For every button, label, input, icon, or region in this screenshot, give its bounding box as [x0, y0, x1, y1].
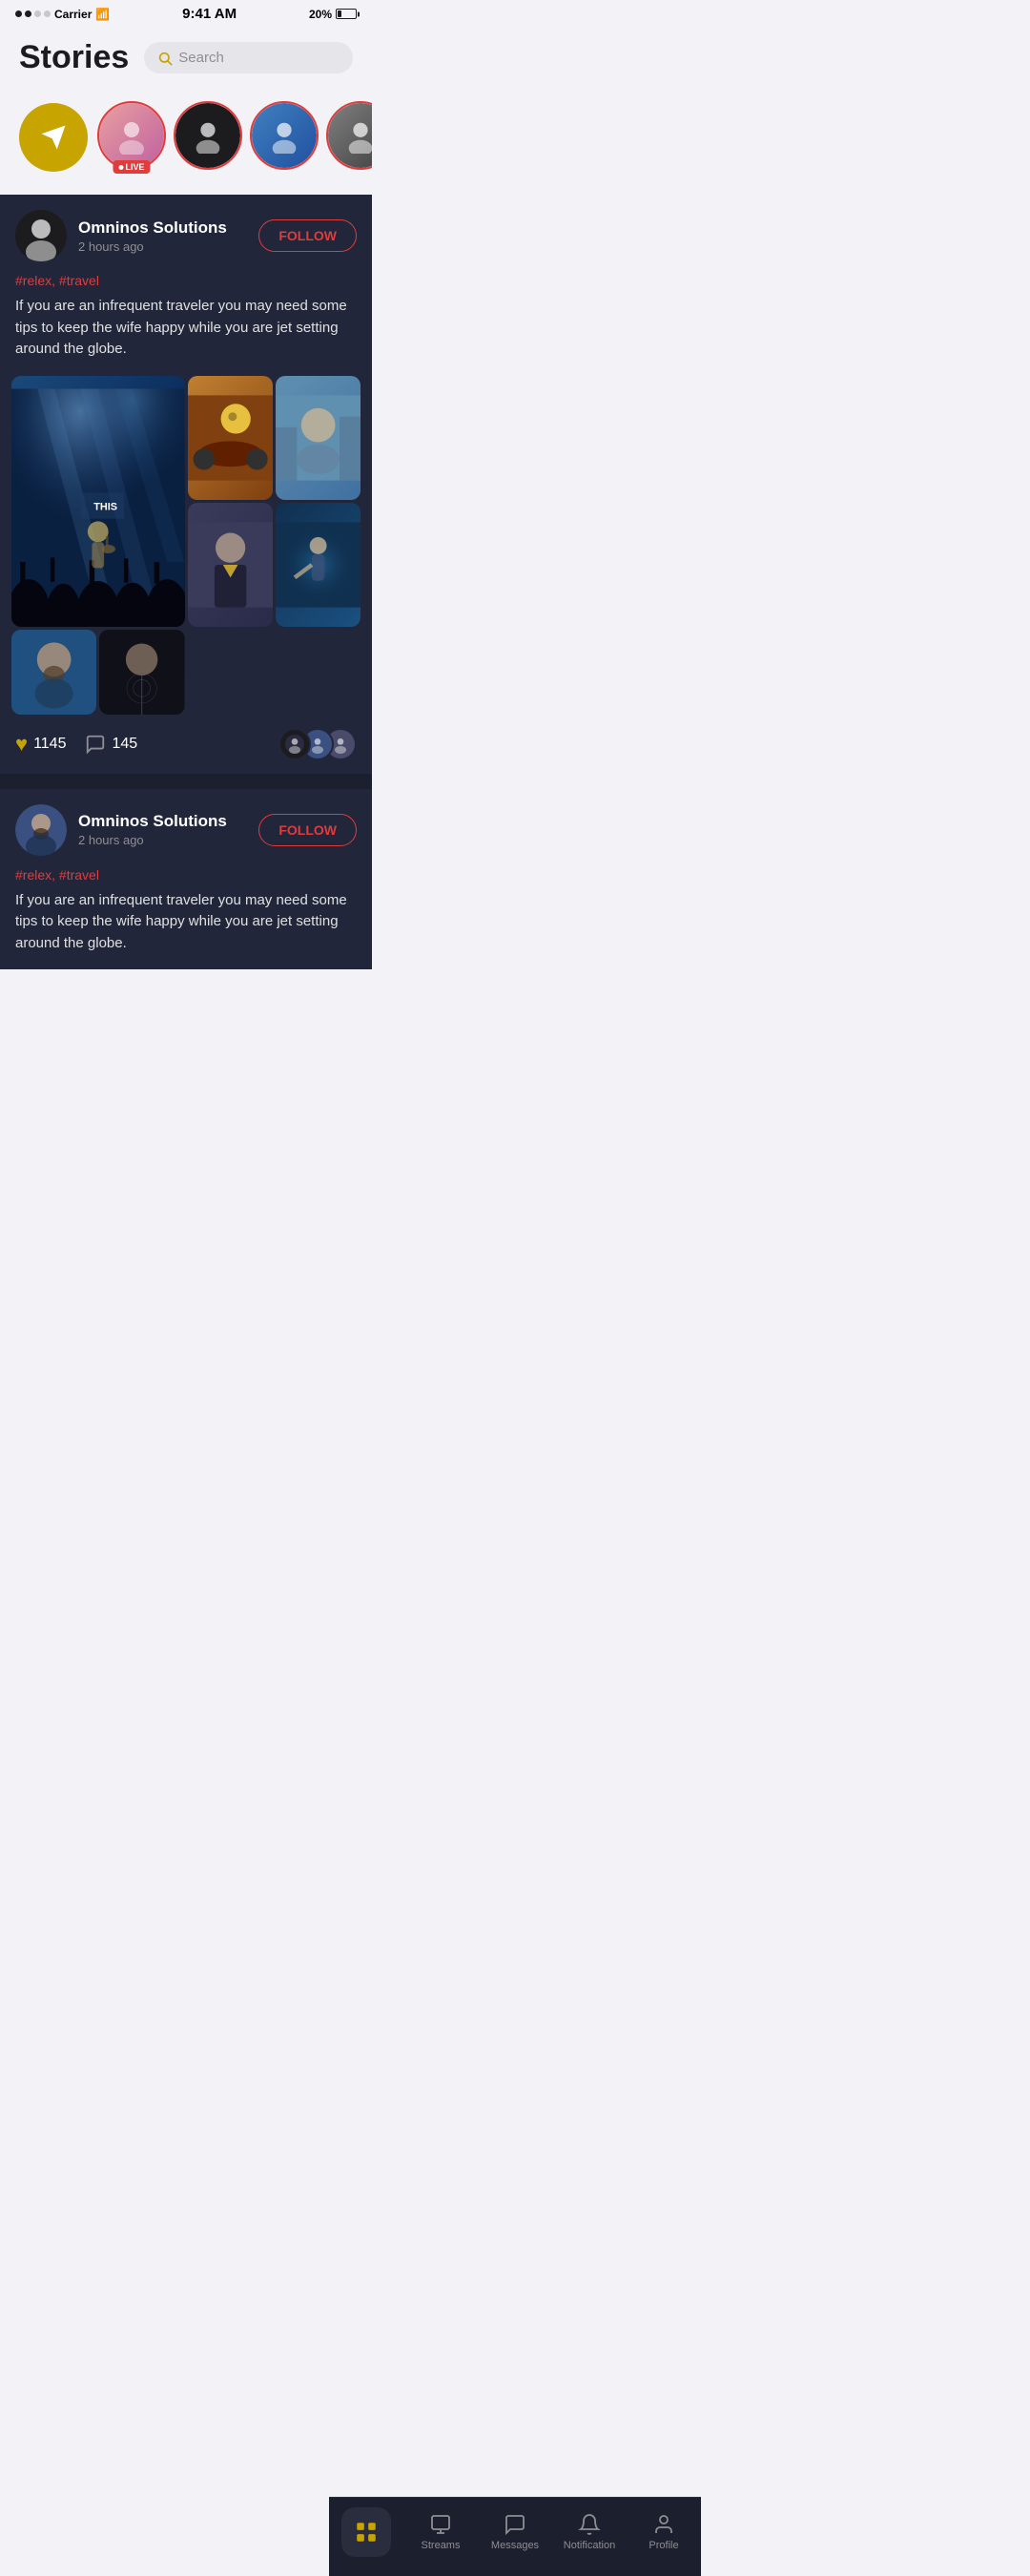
story-send[interactable]: [19, 103, 88, 172]
concert-svg: THIS: [11, 376, 185, 627]
feed-separator: [0, 781, 372, 789]
story-2[interactable]: [175, 103, 240, 172]
feed: Omninos Solutions 2 hours ago FOLLOW #re…: [0, 195, 372, 969]
story-border-4: [326, 101, 372, 170]
battery-icon: [336, 9, 357, 19]
portrait-svg: [11, 630, 96, 715]
post-time-2: 2 hours ago: [78, 833, 258, 847]
nav-home-bg: [341, 2507, 391, 2557]
dance-svg: [276, 503, 360, 627]
image-concert[interactable]: THIS: [11, 376, 185, 627]
story-live-1[interactable]: LIVE: [99, 103, 164, 172]
live-label: LIVE: [125, 162, 144, 172]
story-border-3: [250, 101, 319, 170]
nav-item-notification[interactable]: Notification: [561, 2513, 618, 2551]
post-card-2: Omninos Solutions 2 hours ago FOLLOW #re…: [0, 789, 372, 970]
status-carrier: Carrier 📶: [15, 8, 110, 21]
follow-button-2[interactable]: FOLLOW: [258, 814, 357, 846]
nav-item-profile[interactable]: Profile: [635, 2513, 692, 2551]
story-avatar-wrap-2: [175, 103, 240, 168]
post-tags-2: #relex, #travel: [0, 867, 372, 890]
status-battery: 20%: [309, 8, 357, 21]
bottom-nav: Streams Messages Notification Profile: [329, 2497, 701, 2576]
notification-icon: [578, 2513, 601, 2536]
story-4[interactable]: [328, 103, 372, 172]
image-dancer[interactable]: [276, 503, 360, 627]
suit-svg: [188, 503, 273, 627]
post-image-grid-1: THIS: [0, 376, 372, 715]
follow-button-1[interactable]: FOLLOW: [258, 219, 357, 252]
post-tags-1: #relex, #travel: [0, 273, 372, 296]
liker-img-1: [285, 735, 304, 754]
nav-label-streams: Streams: [422, 2540, 461, 2551]
comment-icon-1: [85, 734, 106, 755]
post-text-1: If you are an infrequent traveler you ma…: [0, 296, 372, 376]
nav-item-messages[interactable]: Messages: [486, 2513, 544, 2551]
story-avatar-wrap-4: [328, 103, 372, 168]
live-badge: LIVE: [113, 160, 150, 174]
post-user-info-2: Omninos Solutions 2 hours ago: [78, 812, 258, 847]
battery-percent: 20%: [309, 8, 332, 21]
story-gold-circle: [19, 103, 88, 172]
image-tattoo[interactable]: [99, 630, 184, 715]
post-avatar-img-1: [15, 210, 67, 261]
comment-count-1: 145: [112, 736, 137, 753]
liker-avatar-1: [278, 728, 311, 760]
moto-svg: [188, 376, 273, 500]
post-card-1: Omninos Solutions 2 hours ago FOLLOW #re…: [0, 195, 372, 774]
post-header-1: Omninos Solutions 2 hours ago FOLLOW: [0, 195, 372, 273]
search-icon: [157, 51, 173, 66]
status-bar: Carrier 📶 9:41 AM 20%: [0, 0, 372, 28]
post-header-2: Omninos Solutions 2 hours ago FOLLOW: [0, 789, 372, 867]
stories-section: LIVE: [0, 92, 372, 195]
post-username-2: Omninos Solutions: [78, 812, 258, 831]
post-avatar-img-2: [15, 804, 67, 856]
nav-label-profile: Profile: [649, 2540, 678, 2551]
comment-action-1[interactable]: 145: [85, 734, 137, 755]
send-icon: [39, 123, 68, 152]
story-avatar-wrap-3: [252, 103, 317, 168]
search-placeholder: Search: [178, 50, 224, 66]
profile-icon: [652, 2513, 675, 2536]
story-avatar-wrap-1: LIVE: [99, 103, 164, 168]
post-text-2: If you are an infrequent traveler you ma…: [0, 890, 372, 970]
page-header: Stories Search: [0, 28, 372, 92]
search-bar[interactable]: Search: [144, 42, 353, 73]
home-grid-icon: [354, 2520, 379, 2545]
building-svg: [276, 376, 360, 500]
like-count-1: 1145: [33, 736, 66, 753]
liker-img-3: [331, 735, 350, 754]
liker-img-2: [308, 735, 327, 754]
messages-icon: [504, 2513, 526, 2536]
carrier-label: Carrier: [54, 8, 92, 21]
post-user-info-1: Omninos Solutions 2 hours ago: [78, 218, 258, 254]
status-time: 9:41 AM: [182, 6, 237, 22]
like-action-1[interactable]: ♥ 1145: [15, 732, 66, 757]
heart-icon-1: ♥: [15, 732, 28, 757]
post-avatar-1[interactable]: [15, 210, 67, 261]
story-3[interactable]: [252, 103, 317, 172]
post-avatar-2[interactable]: [15, 804, 67, 856]
nav-label-messages: Messages: [491, 2540, 539, 2551]
image-portrait[interactable]: [11, 630, 96, 715]
tattoo-svg: [99, 630, 184, 715]
nav-item-home[interactable]: [338, 2507, 395, 2557]
image-suit[interactable]: [188, 503, 273, 627]
image-building[interactable]: [276, 376, 360, 500]
wifi-icon: 📶: [95, 8, 110, 21]
nav-label-notification: Notification: [564, 2540, 615, 2551]
image-motorcycle[interactable]: [188, 376, 273, 500]
stories-scroll: LIVE: [0, 99, 372, 176]
streams-icon: [429, 2513, 452, 2536]
story-border-2: [174, 101, 242, 170]
post-likers-1[interactable]: [278, 728, 357, 760]
page-title: Stories: [19, 39, 129, 76]
post-time-1: 2 hours ago: [78, 239, 258, 254]
post-actions-1: ♥ 1145 145: [0, 715, 372, 774]
post-username-1: Omninos Solutions: [78, 218, 258, 238]
nav-item-streams[interactable]: Streams: [412, 2513, 469, 2551]
svg-text:THIS: THIS: [93, 501, 117, 512]
